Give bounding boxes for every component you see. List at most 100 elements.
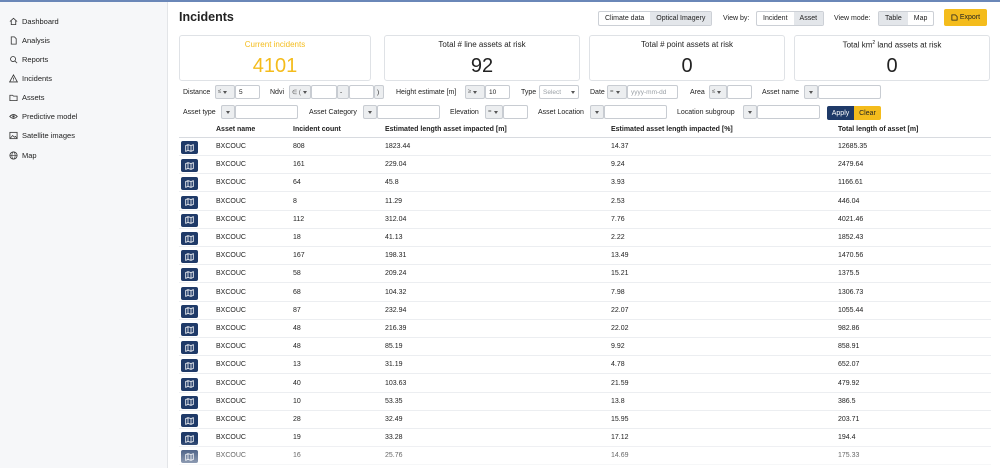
date-input[interactable]: yyyy-mm-dd — [627, 85, 678, 99]
asset-type-input[interactable] — [235, 105, 298, 119]
view-mode-map[interactable]: Map — [908, 12, 934, 25]
table-cell: 15.21 — [611, 270, 629, 278]
view-on-map-button[interactable] — [181, 159, 198, 173]
table-cell: BXCOUC — [216, 452, 246, 460]
sidebar-item-label: Satellite images — [22, 130, 75, 140]
sidebar-item-incidents[interactable]: Incidents — [8, 70, 52, 86]
table-cell: BXCOUC — [216, 179, 246, 187]
view-by-asset[interactable]: Asset — [793, 12, 824, 25]
asset-category-operator-select[interactable] — [363, 105, 377, 119]
view-on-map-button[interactable] — [181, 286, 198, 300]
area-input[interactable] — [727, 85, 752, 99]
optical-imagery-tab[interactable]: Optical Imagery — [650, 12, 712, 25]
elevation-operator-select[interactable]: = — [485, 105, 503, 119]
view-on-map-button[interactable] — [181, 177, 198, 191]
view-on-map-button[interactable] — [181, 432, 198, 446]
sidebar-item-satellite-images[interactable]: Satellite images — [8, 127, 75, 143]
table-cell: BXCOUC — [216, 234, 246, 241]
table-cell: 22.07 — [611, 306, 629, 314]
elevation-input[interactable] — [503, 105, 528, 119]
view-on-map-button[interactable] — [181, 232, 198, 245]
table-cell: BXCOUC — [216, 379, 246, 387]
chevron-down-icon — [809, 90, 813, 94]
ndvi-max-input[interactable] — [349, 85, 374, 99]
view-on-map-button[interactable] — [181, 359, 198, 373]
sidebar-item-label: Map — [22, 150, 37, 160]
asset-category-input[interactable] — [377, 105, 440, 119]
table-cell: 161 — [293, 161, 305, 169]
asset-location-operator-select[interactable] — [590, 105, 604, 119]
ndvi-operator-select[interactable]: ∈ ( — [289, 85, 311, 99]
table-cell: 7.98 — [611, 288, 625, 296]
asset-name-input[interactable] — [818, 85, 881, 99]
sidebar-item-dashboard[interactable]: Dashboard — [8, 13, 59, 29]
view-on-map-button[interactable] — [181, 450, 198, 464]
table-cell: 103.63 — [385, 379, 407, 387]
table-cell: 53.35 — [385, 397, 403, 405]
table-cell: 1470.56 — [838, 252, 864, 260]
view-on-map-button[interactable] — [181, 377, 198, 391]
view-on-map-button[interactable] — [181, 414, 198, 427]
view-by-incident[interactable]: Incident — [757, 12, 794, 25]
column-header-asset-name[interactable]: Asset name — [216, 126, 255, 133]
stat-card-value: 4101 — [252, 55, 298, 77]
table-cell: 87 — [293, 306, 301, 314]
table-cell: 21.59 — [611, 379, 629, 387]
table-cell: 19 — [293, 434, 301, 442]
column-header-total-length[interactable]: Total length of asset [m] — [838, 126, 918, 133]
table-cell: BXCOUC — [216, 197, 246, 205]
map-icon — [185, 252, 194, 261]
view-on-map-button[interactable] — [181, 395, 198, 409]
table-cell: 112 — [293, 215, 305, 223]
view-on-map-button[interactable] — [181, 195, 198, 209]
table-cell: 3.93 — [611, 179, 625, 187]
column-header-incident-count[interactable]: Incident count — [293, 126, 341, 133]
area-operator-select[interactable]: ≤ — [709, 85, 727, 99]
sidebar-item-analysis[interactable]: Analysis — [8, 32, 50, 48]
view-on-map-button[interactable] — [181, 213, 198, 227]
distance-operator-select[interactable]: ≤ — [215, 85, 235, 99]
sidebar-item-assets[interactable]: Assets — [8, 89, 45, 105]
view-on-map-button[interactable] — [181, 323, 198, 336]
apply-button[interactable]: Apply — [827, 106, 854, 120]
table-cell: 41.13 — [385, 234, 403, 241]
view-on-map-button[interactable] — [181, 141, 198, 154]
view-on-map-button[interactable] — [181, 268, 198, 282]
asset-location-input[interactable] — [604, 105, 667, 119]
chevron-down-icon — [226, 110, 230, 114]
ndvi-min-input[interactable] — [311, 85, 337, 99]
view-on-map-button[interactable] — [181, 250, 198, 264]
clear-button[interactable]: Clear — [854, 106, 881, 120]
distance-input[interactable]: 5 — [235, 85, 260, 99]
table-cell: 11.29 — [385, 197, 402, 205]
table-cell: 4021.46 — [838, 215, 864, 223]
map-icon — [185, 271, 194, 279]
asset-name-operator-select[interactable] — [804, 85, 818, 99]
column-header-estimated-percent[interactable]: Estimated asset length impacted [%] — [611, 126, 733, 133]
location-subgroup-input[interactable] — [757, 105, 820, 119]
view-on-map-button[interactable] — [181, 341, 198, 355]
view-mode-table[interactable]: Table — [879, 12, 908, 25]
sidebar-item-map[interactable]: Map — [8, 147, 37, 163]
asset-type-operator-select[interactable] — [221, 105, 235, 119]
table-cell: 175.33 — [838, 452, 860, 460]
sidebar-item-reports[interactable]: Reports — [8, 51, 48, 67]
climate-data-tab[interactable]: Climate data — [599, 12, 650, 25]
date-operator-select[interactable]: = — [607, 85, 627, 99]
location-subgroup-operator-select[interactable] — [743, 105, 757, 119]
table-cell: 198.31 — [385, 252, 407, 260]
height-input[interactable]: 10 — [485, 85, 510, 99]
export-button[interactable]: Export — [944, 9, 987, 26]
chevron-down-icon — [571, 90, 576, 94]
view-by-label: View by: — [723, 15, 750, 22]
column-header-estimated-length[interactable]: Estimated length asset impacted [m] — [385, 126, 507, 133]
map-icon — [185, 380, 194, 388]
table-cell: 22.02 — [611, 325, 629, 332]
view-on-map-button[interactable] — [181, 304, 198, 318]
height-operator-select[interactable]: ≥ — [465, 85, 485, 99]
table-cell: BXCOUC — [216, 252, 246, 260]
type-select[interactable]: Select — [539, 85, 579, 99]
sidebar-item-predictive-model[interactable]: Predictive model — [8, 108, 77, 124]
height-label: Height estimate [m] — [396, 89, 457, 96]
table-cell: 12685.35 — [838, 143, 868, 150]
